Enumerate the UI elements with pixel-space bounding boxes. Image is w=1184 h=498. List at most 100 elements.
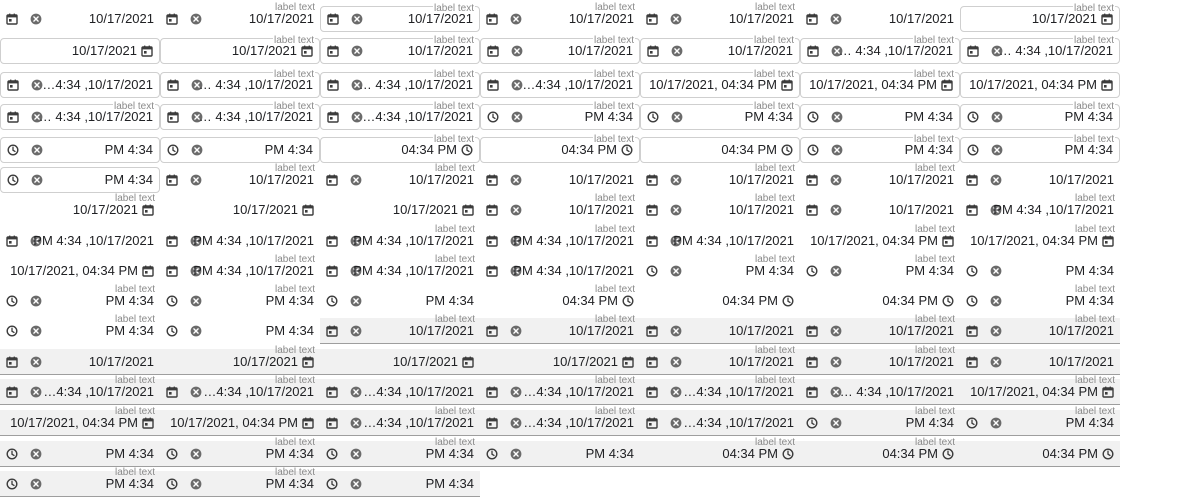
clear-icon[interactable]	[830, 174, 842, 186]
clear-icon[interactable]	[30, 386, 42, 398]
clear-icon[interactable]	[350, 417, 362, 429]
time-field[interactable]: PM 4:34	[320, 288, 480, 314]
clear-icon[interactable]	[351, 45, 363, 57]
time-field[interactable]: label text PM 4:34	[640, 102, 800, 130]
clear-icon[interactable]	[190, 13, 202, 25]
clear-icon[interactable]	[831, 111, 843, 123]
clear-icon[interactable]	[991, 144, 1003, 156]
date-field[interactable]: 10/17/2021	[960, 349, 1120, 375]
date-field[interactable]: label text 10/17/2021	[960, 4, 1120, 32]
date-field[interactable]: 10/17/2021	[0, 38, 160, 64]
date-field[interactable]: 10/17/2021	[800, 197, 960, 223]
time-field[interactable]: label text 04:34 PM	[480, 135, 640, 163]
clear-icon[interactable]	[190, 295, 202, 307]
clear-icon[interactable]	[30, 295, 42, 307]
date-field[interactable]: label text PM 4:34 ,10/17/2021	[480, 225, 640, 254]
date-field[interactable]: label text 10/17/2021, 04:34 PM	[0, 407, 160, 436]
clear-icon[interactable]	[670, 265, 682, 277]
clear-icon[interactable]	[350, 295, 362, 307]
clear-icon[interactable]	[510, 325, 522, 337]
clear-icon[interactable]	[30, 448, 42, 460]
clear-icon[interactable]	[350, 386, 362, 398]
time-field[interactable]: label text PM 4:34	[640, 255, 800, 284]
clear-icon[interactable]	[350, 174, 362, 186]
clear-icon[interactable]	[990, 417, 1002, 429]
clear-icon[interactable]	[670, 417, 682, 429]
time-field[interactable]: label text PM 4:34	[480, 102, 640, 130]
clear-icon[interactable]	[990, 295, 1002, 307]
date-field[interactable]: label text …4:34 ,10/17/2021	[480, 376, 640, 405]
clear-icon[interactable]	[351, 13, 363, 25]
date-field[interactable]: …4:34 ,10/17/2021	[0, 72, 160, 98]
time-field[interactable]: PM 4:34	[480, 441, 640, 467]
date-field[interactable]: 10/17/2021	[480, 167, 640, 193]
date-field[interactable]: PM 4:34 ,10/17/2021	[480, 258, 640, 284]
date-field[interactable]: label text… 4:34 ,10/17/2021	[160, 102, 320, 130]
date-field[interactable]: PM 4:34 ,10/17/2021	[0, 228, 160, 254]
clear-icon[interactable]	[30, 478, 42, 490]
time-field[interactable]: PM 4:34	[320, 471, 480, 497]
date-field[interactable]: label text… 4:34 ,10/17/2021	[800, 36, 960, 64]
clear-icon[interactable]	[670, 174, 682, 186]
clear-icon[interactable]	[510, 13, 522, 25]
date-field[interactable]: label text …4:34 ,10/17/2021	[640, 376, 800, 405]
date-field[interactable]: …4:34 ,10/17/2021	[320, 379, 480, 405]
date-field[interactable]: …4:34 ,10/17/2021	[640, 410, 800, 436]
clear-icon[interactable]	[31, 79, 43, 91]
date-field[interactable]: label text 10/17/2021, 04:34 PM	[960, 376, 1120, 405]
clear-icon[interactable]	[30, 325, 42, 337]
clear-icon[interactable]	[30, 13, 42, 25]
date-field[interactable]: label text 10/17/2021	[320, 164, 480, 193]
time-field[interactable]: label text PM 4:34	[160, 468, 320, 497]
clear-icon[interactable]	[30, 356, 42, 368]
time-field[interactable]: PM 4:34	[0, 441, 160, 467]
date-field[interactable]: label text 10/17/2021, 04:34 PM	[640, 70, 800, 98]
time-field[interactable]: label text PM 4:34	[800, 135, 960, 163]
date-field[interactable]: PM 4:34 ,10/17/2021	[640, 228, 800, 254]
time-field[interactable]: label text 04:34 PM	[320, 135, 480, 163]
clear-icon[interactable]	[511, 45, 523, 57]
date-field[interactable]: label text… 4:34 ,10/17/2021	[960, 36, 1120, 64]
date-field[interactable]: label text 10/17/2021	[160, 3, 320, 32]
date-field[interactable]: 10/17/2021	[480, 349, 640, 375]
date-field[interactable]: label text 10/17/2021, 04:34 PM	[800, 225, 960, 254]
date-field[interactable]: label text… 4:34 ,10/17/2021	[0, 102, 160, 130]
date-field[interactable]: label text …4:34 ,10/17/2021	[320, 407, 480, 436]
date-field[interactable]: label text… 4:34 ,10/17/2021	[320, 70, 480, 98]
time-field[interactable]: PM 4:34	[160, 137, 320, 163]
date-field[interactable]: label text 10/17/2021	[320, 36, 480, 64]
date-field[interactable]: label text PM 4:34 ,10/17/2021	[320, 225, 480, 254]
date-field[interactable]: 10/17/2021	[0, 349, 160, 375]
date-field[interactable]: label text 10/17/2021	[640, 36, 800, 64]
date-field[interactable]: 10/17/2021	[160, 197, 320, 223]
date-field[interactable]: 10/17/2021, 04:34 PM	[0, 258, 160, 284]
date-field[interactable]: label text PM 4:34 ,10/17/2021	[960, 194, 1120, 223]
date-field[interactable]: label text 10/17/2021	[160, 164, 320, 193]
date-field[interactable]: label text …4:34 ,10/17/2021	[0, 376, 160, 405]
date-field[interactable]: label text 10/17/2021	[800, 164, 960, 193]
date-field[interactable]: label text 10/17/2021	[640, 194, 800, 223]
clear-icon[interactable]	[511, 111, 523, 123]
clear-icon[interactable]	[830, 356, 842, 368]
time-field[interactable]: PM 4:34	[160, 318, 320, 344]
clear-icon[interactable]	[830, 417, 842, 429]
clear-icon[interactable]	[990, 174, 1002, 186]
date-field[interactable]: label text …4:34 ,10/17/2021	[320, 102, 480, 130]
clear-icon[interactable]	[671, 45, 683, 57]
clear-icon[interactable]	[990, 356, 1002, 368]
clear-icon[interactable]	[830, 204, 842, 216]
clear-icon[interactable]	[830, 325, 842, 337]
time-field[interactable]: 04:34 PM	[960, 441, 1120, 467]
clear-icon[interactable]	[510, 386, 522, 398]
clear-icon[interactable]	[990, 325, 1002, 337]
date-field[interactable]: label text 10/17/2021, 04:34 PM	[800, 70, 960, 98]
date-field[interactable]: label text 10/17/2021	[320, 315, 480, 344]
time-field[interactable]: PM 4:34	[0, 137, 160, 163]
clear-icon[interactable]	[190, 174, 202, 186]
clear-icon[interactable]	[831, 144, 843, 156]
time-field[interactable]: label text PM 4:34	[0, 285, 160, 314]
time-field[interactable]: label text PM 4:34	[960, 135, 1120, 163]
time-field[interactable]: label text PM 4:34	[960, 407, 1120, 436]
date-field[interactable]: label text …4:34 ,10/17/2021	[480, 70, 640, 98]
time-field[interactable]: PM 4:34	[800, 104, 960, 130]
